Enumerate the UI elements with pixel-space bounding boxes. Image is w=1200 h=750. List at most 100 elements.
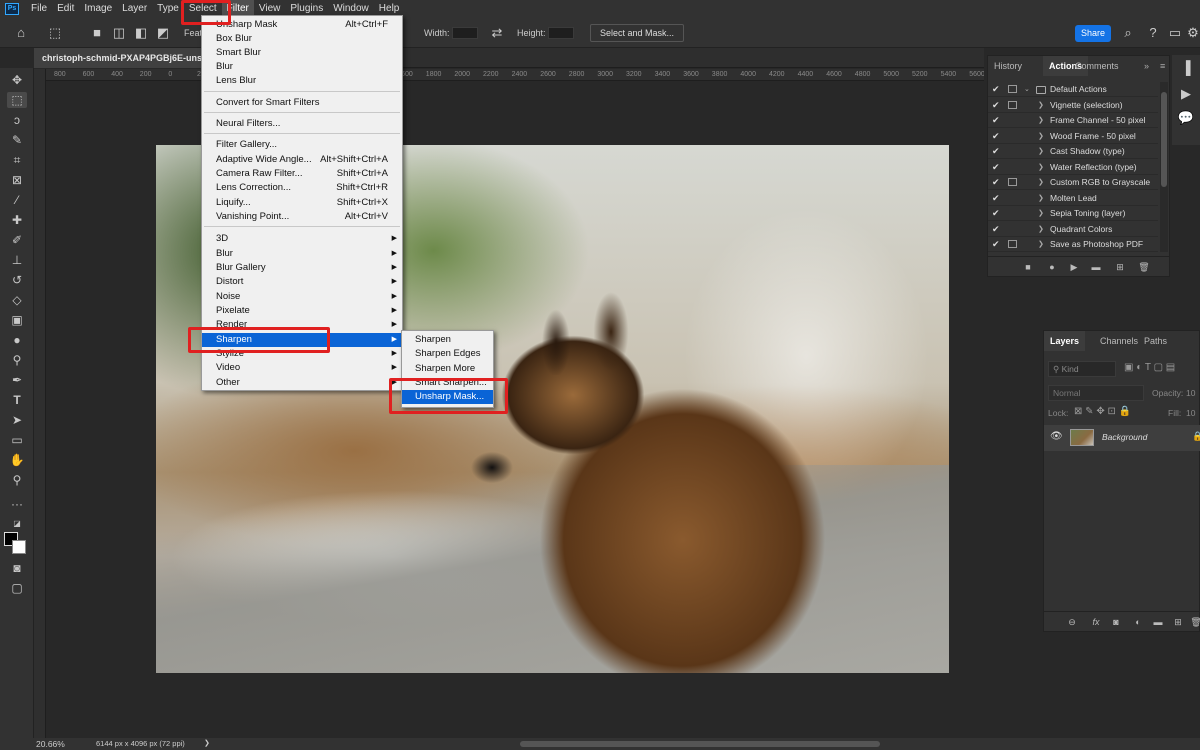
action-row[interactable]: ✔ ❯ Molten Lead bbox=[988, 191, 1158, 206]
sharpen-submenu-item[interactable]: Sharpen Edges bbox=[402, 347, 493, 361]
subtract-selection-icon[interactable]: ◧ bbox=[132, 24, 150, 42]
path-selection-tool-icon[interactable]: ➤ bbox=[7, 412, 27, 428]
filter-menu-item[interactable]: Box Blur bbox=[202, 32, 402, 46]
rectangle-tool-icon[interactable]: ▭ bbox=[7, 432, 27, 448]
add-mask-icon[interactable]: ◙ bbox=[1110, 616, 1122, 628]
expand-arrow-icon[interactable]: ❯ bbox=[1038, 98, 1044, 113]
filter-menu-item[interactable]: Lens Correction... Shift+Ctrl+R bbox=[202, 181, 402, 195]
action-row[interactable]: ✔ ❯ Save as Photoshop PDF bbox=[988, 237, 1158, 252]
fill-value[interactable]: 10 bbox=[1186, 408, 1195, 418]
collapse-icon[interactable]: » bbox=[1138, 56, 1155, 76]
healing-brush-tool-icon[interactable]: ✚ bbox=[7, 212, 27, 228]
eraser-tool-icon[interactable]: ◇ bbox=[7, 292, 27, 308]
layer-name[interactable]: Background bbox=[1102, 432, 1147, 442]
actions-scrollbar[interactable] bbox=[1160, 82, 1168, 252]
check-icon[interactable]: ✔ bbox=[992, 237, 1002, 252]
filter-menu-item[interactable]: Neural Filters... bbox=[202, 117, 402, 131]
lasso-tool-icon[interactable]: ↄ bbox=[7, 112, 27, 128]
more-tools-icon[interactable]: ··· bbox=[7, 496, 27, 512]
share-button[interactable]: Share bbox=[1075, 25, 1111, 42]
tab-channels[interactable]: Channels bbox=[1094, 331, 1144, 351]
adjustments-icon[interactable]: ▐ bbox=[1177, 59, 1195, 77]
filter-menu-item[interactable]: Convert for Smart Filters bbox=[202, 96, 402, 110]
eye-icon[interactable]: 👁 bbox=[1050, 431, 1063, 442]
expand-arrow-icon[interactable]: ❯ bbox=[1038, 144, 1044, 159]
action-row[interactable]: ✔ ❯ Sepia Toning (layer) bbox=[988, 206, 1158, 221]
tab-layers[interactable]: Layers bbox=[1044, 331, 1086, 351]
link-layers-icon[interactable]: ⊖ bbox=[1066, 616, 1078, 628]
expand-arrow-icon[interactable]: ❯ bbox=[1038, 175, 1044, 190]
home-icon[interactable]: ⌂ bbox=[12, 24, 30, 42]
dialog-toggle-icon[interactable] bbox=[1008, 178, 1017, 186]
filter-menu-item[interactable]: Lens Blur bbox=[202, 74, 402, 88]
filter-menu-item[interactable]: Unsharp Mask Alt+Ctrl+F bbox=[202, 18, 402, 32]
action-row[interactable]: ✔ ❯ Vignette (selection) bbox=[988, 98, 1158, 113]
filter-menu-item[interactable]: Pixelate ▶ bbox=[202, 304, 402, 318]
action-set-row[interactable]: ✔ ⌄ Default Actions bbox=[988, 82, 1158, 97]
blur-tool-icon[interactable]: ● bbox=[7, 332, 27, 348]
check-icon[interactable]: ✔ bbox=[992, 206, 1002, 221]
filter-menu-item[interactable]: Adaptive Wide Angle... Alt+Shift+Ctrl+A bbox=[202, 153, 402, 167]
play-panel-icon[interactable]: ▶ bbox=[1177, 85, 1195, 103]
stop-icon[interactable]: ■ bbox=[1022, 261, 1034, 273]
adjustment-layer-icon[interactable]: ◐ bbox=[1132, 616, 1144, 628]
filter-menu-item[interactable]: Distort ▶ bbox=[202, 275, 402, 289]
check-icon[interactable]: ✔ bbox=[992, 82, 1002, 97]
intersect-selection-icon[interactable]: ◩ bbox=[154, 24, 172, 42]
select-and-mask-button[interactable]: Select and Mask... bbox=[590, 24, 685, 42]
zoom-level[interactable]: 20.66% bbox=[36, 738, 65, 750]
filter-menu-item[interactable]: Liquify... Shift+Ctrl+X bbox=[202, 196, 402, 210]
check-icon[interactable]: ✔ bbox=[992, 191, 1002, 206]
workspace-icon[interactable]: ▭ bbox=[1166, 24, 1184, 42]
delete-layer-icon[interactable]: 🗑 bbox=[1190, 616, 1200, 628]
expand-arrow-icon[interactable]: ❯ bbox=[1038, 113, 1044, 128]
clone-stamp-tool-icon[interactable]: ⊥ bbox=[7, 252, 27, 268]
check-icon[interactable]: ✔ bbox=[992, 160, 1002, 175]
expand-arrow-icon[interactable]: ❯ bbox=[1038, 160, 1044, 175]
action-row[interactable]: ✔ ❯ Cast Shadow (type) bbox=[988, 144, 1158, 159]
new-selection-icon[interactable]: ■ bbox=[88, 24, 106, 42]
filter-menu-item[interactable]: 3D ▶ bbox=[202, 232, 402, 246]
filter-menu-item[interactable]: Noise ▶ bbox=[202, 290, 402, 304]
menu-image[interactable]: Image bbox=[79, 0, 117, 18]
action-row[interactable]: ✔ ❯ Custom RGB to Grayscale bbox=[988, 175, 1158, 190]
filter-menu-item[interactable]: Smart Blur bbox=[202, 46, 402, 60]
zoom-tool-icon[interactable]: ⚲ bbox=[7, 472, 27, 488]
dialog-toggle-icon[interactable] bbox=[1008, 85, 1017, 93]
background-color-swatch[interactable] bbox=[12, 540, 26, 554]
lock-icons[interactable]: ⊠ ✎ ✥ ⊡ 🔒 bbox=[1074, 406, 1131, 417]
collapse-arrow-icon[interactable]: ⌄ bbox=[1024, 82, 1030, 97]
new-group-icon[interactable]: ▬ bbox=[1152, 616, 1164, 628]
menu-type[interactable]: Type bbox=[152, 0, 184, 18]
dodge-tool-icon[interactable]: ⚲ bbox=[7, 352, 27, 368]
filter-menu-item[interactable]: Blur Gallery ▶ bbox=[202, 261, 402, 275]
play-icon[interactable]: ▶ bbox=[1068, 261, 1080, 273]
sharpen-submenu-item[interactable]: Sharpen More bbox=[402, 362, 493, 376]
panel-menu-icon[interactable]: ≡ bbox=[1154, 56, 1171, 76]
new-layer-icon[interactable]: ⊞ bbox=[1172, 616, 1184, 628]
marquee-tool-icon[interactable]: ⬚ bbox=[7, 92, 27, 108]
check-icon[interactable]: ✔ bbox=[992, 144, 1002, 159]
check-icon[interactable]: ✔ bbox=[992, 113, 1002, 128]
action-row[interactable]: ✔ ❯ Quadrant Colors bbox=[988, 222, 1158, 237]
settings-icon[interactable]: ⚙ bbox=[1184, 24, 1200, 42]
check-icon[interactable]: ✔ bbox=[992, 222, 1002, 237]
expand-arrow-icon[interactable]: ❯ bbox=[1038, 222, 1044, 237]
status-expand-icon[interactable]: ❯ bbox=[204, 738, 210, 750]
move-tool-icon[interactable]: ✥ bbox=[7, 72, 27, 88]
swap-icon[interactable]: ⇄ bbox=[488, 24, 506, 42]
filter-kind-select[interactable]: ⚲ Kind bbox=[1048, 361, 1116, 377]
check-icon[interactable]: ✔ bbox=[992, 129, 1002, 144]
dialog-toggle-icon[interactable] bbox=[1008, 240, 1017, 248]
gradient-tool-icon[interactable]: ▣ bbox=[7, 312, 27, 328]
menu-file[interactable]: File bbox=[26, 0, 52, 18]
quick-select-tool-icon[interactable]: ✎ bbox=[7, 132, 27, 148]
record-icon[interactable]: ● bbox=[1046, 261, 1058, 273]
menu-edit[interactable]: Edit bbox=[52, 0, 79, 18]
tab-paths[interactable]: Paths bbox=[1138, 331, 1173, 351]
fx-icon[interactable]: fx bbox=[1090, 616, 1102, 628]
eyedropper-tool-icon[interactable]: ⁄ bbox=[7, 192, 27, 208]
tab-history[interactable]: History bbox=[988, 56, 1028, 76]
expand-arrow-icon[interactable]: ❯ bbox=[1038, 191, 1044, 206]
expand-arrow-icon[interactable]: ❯ bbox=[1038, 129, 1044, 144]
